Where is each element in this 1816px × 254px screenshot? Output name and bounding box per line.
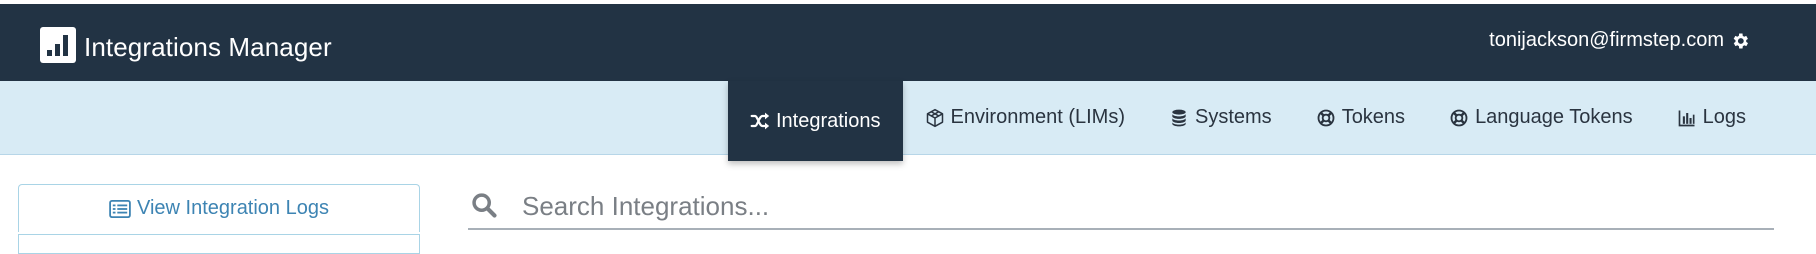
nav-tab-environment[interactable]: Environment (LIMs) (903, 81, 1148, 154)
nav-tab-label: Tokens (1341, 106, 1406, 128)
shuffle-icon (750, 112, 770, 130)
search-input[interactable] (522, 186, 1762, 226)
bar-chart-icon (1678, 110, 1695, 126)
view-integration-logs-button[interactable]: View Integration Logs (18, 184, 420, 232)
app-logo-icon (40, 27, 76, 63)
user-menu[interactable]: tonijackson@firmstep.com (1489, 29, 1750, 52)
nav-tab-systems[interactable]: Systems (1147, 81, 1294, 154)
nav-tab-label: Language Tokens (1475, 106, 1633, 128)
nav-tab-label: Systems (1195, 106, 1272, 128)
list-alt-icon (109, 199, 131, 218)
nav-tab-label: Logs (1702, 106, 1746, 128)
nav-tab-label: Environment (LIMs) (950, 106, 1126, 128)
database-icon (1172, 109, 1186, 126)
search-icon (472, 193, 497, 218)
gear-icon[interactable] (1730, 31, 1750, 51)
life-ring-icon (1450, 109, 1468, 126)
cube-icon (926, 108, 943, 127)
life-ring-icon (1317, 109, 1335, 126)
search-bar (468, 186, 1774, 230)
app-header: Integrations Manager tonijackson@firmste… (0, 4, 1816, 81)
sidebar-next-item[interactable] (18, 234, 420, 254)
user-email[interactable]: tonijackson@firmstep.com (1489, 29, 1724, 52)
nav-tab-logs[interactable]: Logs (1655, 81, 1768, 154)
app-title[interactable]: Integrations Manager (84, 32, 332, 63)
main-navbar: Integrations Environment (LIMs) Systems … (0, 81, 1816, 161)
nav-list: Integrations Environment (LIMs) Systems … (727, 81, 1768, 161)
nav-tab-integrations[interactable]: Integrations (727, 81, 903, 161)
nav-tab-label: Integrations (775, 109, 881, 132)
nav-tab-language-tokens[interactable]: Language Tokens (1427, 81, 1655, 154)
nav-tab-tokens[interactable]: Tokens (1294, 81, 1427, 154)
view-logs-label: View Integration Logs (137, 197, 329, 219)
